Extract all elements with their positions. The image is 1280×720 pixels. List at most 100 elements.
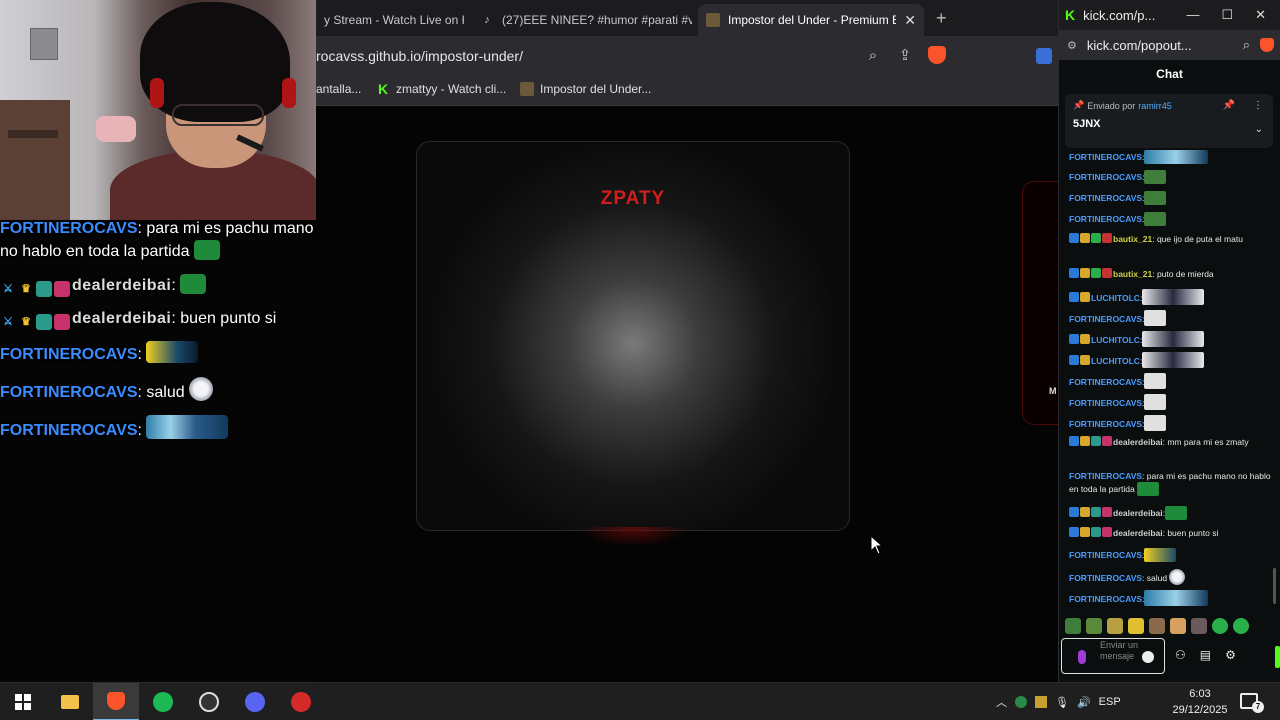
- discord-icon[interactable]: [232, 683, 278, 720]
- tray-app-icon[interactable]: [1035, 696, 1047, 708]
- maximize-icon[interactable]: ☐: [1221, 7, 1233, 23]
- site-settings-icon[interactable]: ⚙: [1067, 39, 1077, 52]
- chat-message: FORTINEROCAVS: salud: [1069, 569, 1273, 585]
- kick-address-actions: ⌕: [1243, 37, 1280, 53]
- users-icon[interactable]: ⚇: [1175, 648, 1186, 662]
- chat-message: dealerdeibai: mm para mi es zmaty: [1069, 436, 1273, 448]
- zoom-icon[interactable]: ⌕: [1243, 37, 1250, 53]
- chat-text: : mm para mi es zmaty: [1162, 437, 1249, 447]
- glasses: [172, 104, 264, 126]
- app-icon[interactable]: [278, 683, 324, 720]
- send-button[interactable]: [1275, 646, 1280, 668]
- emoji-icon[interactable]: [1142, 651, 1154, 663]
- gear-icon[interactable]: ⚙: [1225, 648, 1236, 662]
- sword-badge-icon: [1069, 355, 1079, 365]
- tab-kick-stream[interactable]: y Stream - Watch Live on K: [316, 4, 464, 36]
- bookmark-item[interactable]: K zmattyy - Watch cli...: [376, 81, 506, 97]
- chat-username: FORTINEROCAVS: [0, 220, 138, 237]
- overlay-message: ⚔ ♛ dealerdeibai: buen punto si: [0, 308, 330, 330]
- emote-icon[interactable]: [1191, 618, 1207, 634]
- clock[interactable]: 6:03 29/12/2025: [1170, 686, 1230, 718]
- tab-tiktok[interactable]: ♪ (27)EEE NINEE? #humor #parati #vira: [472, 4, 692, 36]
- game-favicon-icon: [706, 13, 720, 27]
- brave-shields-icon[interactable]: [928, 46, 946, 64]
- pepe-emote-icon: [1144, 212, 1167, 226]
- emote-icon[interactable]: [1128, 618, 1144, 634]
- emote-icon[interactable]: [1149, 618, 1165, 634]
- game-page: ZPATY M: [316, 107, 1062, 682]
- address-bar: rocavss.github.io/impostor-under/ ⌕ ⇪: [316, 36, 1058, 76]
- obs-icon[interactable]: [186, 683, 232, 720]
- chat-message: FORTINEROCAVS:: [1069, 150, 1273, 164]
- spotify-icon[interactable]: [140, 683, 186, 720]
- chat-username: dealerdeibai: [72, 310, 172, 327]
- start-icon[interactable]: [0, 683, 46, 720]
- keyboard-language[interactable]: ESP: [1099, 696, 1121, 708]
- chat-text: : buen punto si: [171, 310, 277, 327]
- url-field[interactable]: rocavss.github.io/impostor-under/: [316, 48, 523, 64]
- brave-icon[interactable]: [93, 683, 139, 720]
- sub-badge-icon: [1080, 355, 1090, 365]
- clock-date: 29/12/2025: [1172, 704, 1228, 716]
- sword-badge-icon: [1069, 334, 1079, 344]
- unpin-icon[interactable]: 📌: [1223, 100, 1235, 111]
- emote-icon[interactable]: [1107, 618, 1123, 634]
- sub-badge-icon: [1091, 527, 1101, 537]
- pinned-message[interactable]: 📌 Enviado por ramirr45 5JNX 📌 ⋮ ⌄: [1065, 94, 1273, 148]
- screen: y Stream - Watch Live on K ♪ (27)EEE NIN…: [0, 0, 1280, 720]
- microphone-icon[interactable]: [1078, 650, 1086, 664]
- chat-username: LUCHITOLC: [1091, 335, 1140, 345]
- chat-message: FORTINEROCAVS:: [1069, 191, 1273, 205]
- emote-icon[interactable]: [1212, 618, 1228, 634]
- plus-icon[interactable]: +: [936, 8, 947, 29]
- brave-shields-icon[interactable]: [1260, 38, 1274, 52]
- game-card[interactable]: ZPATY: [416, 141, 850, 531]
- game-favicon-icon: [520, 82, 534, 96]
- translate-icon[interactable]: [1036, 48, 1052, 64]
- minimize-icon[interactable]: —: [1186, 7, 1199, 23]
- emote-icon[interactable]: [1233, 618, 1249, 634]
- side-panel[interactable]: M: [1022, 181, 1062, 425]
- chat-username: FORTINEROCAVS: [1069, 419, 1143, 429]
- chevron-up-icon[interactable]: ︿: [996, 694, 1007, 710]
- more-options-icon[interactable]: ⋮: [1253, 100, 1263, 111]
- chat-scrollbar[interactable]: [1273, 568, 1276, 604]
- gift-icon[interactable]: ▤: [1200, 648, 1211, 662]
- volume-icon[interactable]: 🔊: [1077, 696, 1091, 709]
- emote-icon[interactable]: [1170, 618, 1186, 634]
- kick-window-title: kick.com/p...: [1083, 7, 1156, 23]
- chat-username: bautix_21: [1113, 269, 1153, 279]
- sub-badge-icon: [1091, 436, 1101, 446]
- close-tab-icon[interactable]: ✕: [896, 12, 916, 29]
- tray-app-icon[interactable]: [1015, 696, 1027, 708]
- window-controls: — ☐ ✕: [1186, 7, 1280, 23]
- pepe-emote-icon: [1137, 482, 1160, 496]
- gift-badge-icon: [1102, 268, 1112, 278]
- file-explorer-icon[interactable]: [47, 683, 93, 720]
- stream-chat-overlay: FORTINEROCAVS: para mi es pachu mano no …: [0, 218, 330, 442]
- chat-input[interactable]: Enviar un mensaje: [1061, 638, 1165, 674]
- kick-window-titlebar: K kick.com/p... — ☐ ✕: [1059, 0, 1280, 30]
- overlay-message: FORTINEROCAVS: salud: [0, 377, 330, 404]
- pepe-emote-icon[interactable]: [1086, 618, 1102, 634]
- chat-message: FORTINEROCAVS:: [1069, 590, 1273, 606]
- tab-impostor[interactable]: Impostor del Under - Premium B ✕: [698, 4, 924, 36]
- kick-url[interactable]: kick.com/popout...: [1087, 38, 1192, 53]
- face-emote-icon: [1144, 415, 1167, 431]
- chevron-down-icon[interactable]: ⌄: [1255, 124, 1263, 135]
- car-emote-icon: [1144, 548, 1177, 562]
- microphone-icon[interactable]: 🎙: [1055, 696, 1069, 709]
- bookmark-item[interactable]: antalla...: [316, 82, 361, 96]
- pepe-emote-icon[interactable]: [1065, 618, 1081, 634]
- chat-message: bautix_21: puto de mierda: [1069, 268, 1273, 280]
- sub-badge-icon: [1091, 268, 1101, 278]
- crown-badge-icon: [1080, 233, 1090, 243]
- sword-badge-icon: [1069, 436, 1079, 446]
- zoom-icon[interactable]: ⌕: [864, 46, 882, 64]
- share-icon[interactable]: ⇪: [896, 46, 914, 64]
- notification-count: 7: [1252, 701, 1264, 713]
- close-icon[interactable]: ✕: [1255, 7, 1266, 23]
- chat-username: FORTINEROCAVS: [1069, 152, 1143, 162]
- bookmark-item[interactable]: Impostor del Under...: [520, 82, 651, 96]
- notifications-icon[interactable]: 7: [1240, 693, 1264, 713]
